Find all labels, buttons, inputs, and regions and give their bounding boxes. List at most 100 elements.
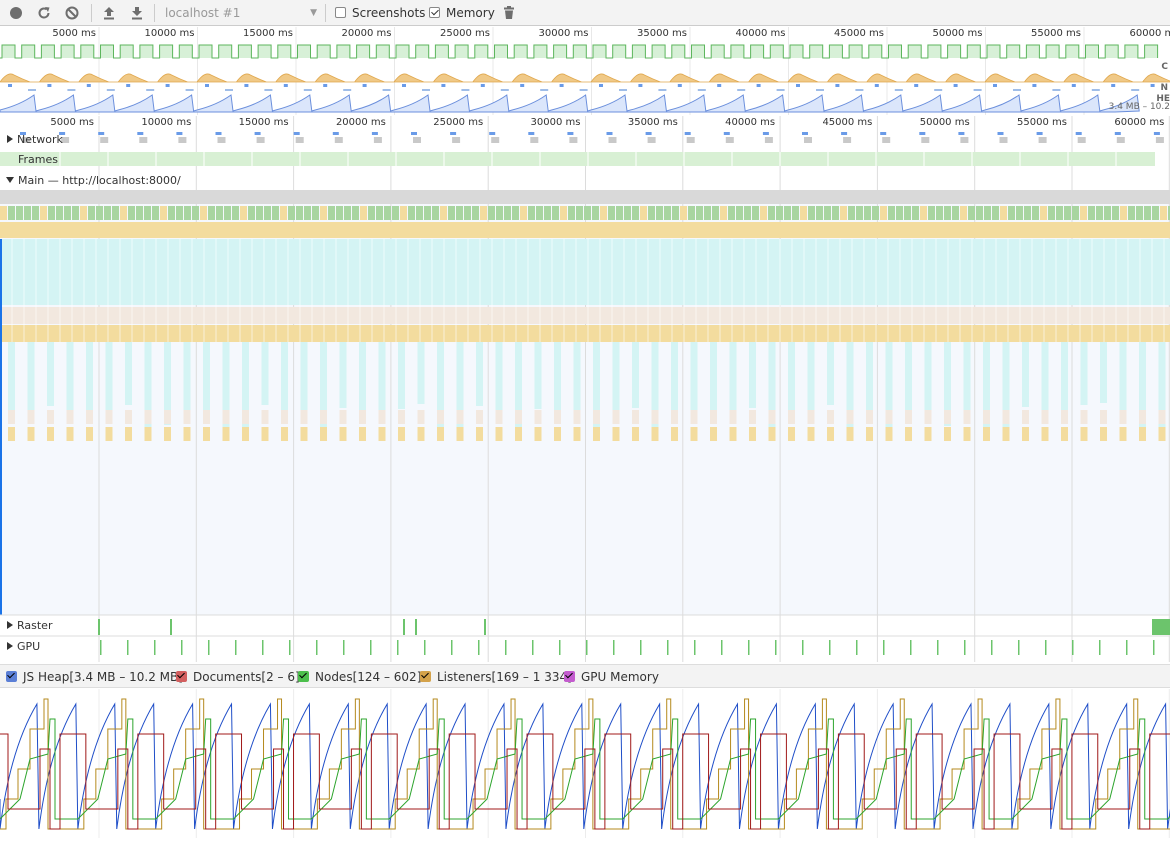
stack-frame	[223, 427, 230, 441]
overview-net-label: N	[1160, 83, 1168, 93]
save-profile-icon[interactable]	[128, 4, 146, 22]
gpu-event	[1072, 640, 1074, 655]
stack-frame	[827, 410, 834, 424]
network-request	[137, 132, 143, 135]
stack-frame	[1003, 427, 1010, 441]
network-mark	[974, 89, 982, 91]
network-request	[528, 132, 534, 135]
clear-icon[interactable]	[63, 4, 81, 22]
listeners-counter[interactable]: Listeners[169 – 1 334]	[420, 670, 572, 684]
task-block	[280, 206, 287, 220]
task-block	[1000, 206, 1007, 220]
network-request	[960, 137, 968, 143]
task-block	[792, 206, 799, 220]
task-block	[616, 206, 623, 220]
task-block	[320, 206, 327, 220]
stack-frame	[827, 427, 834, 441]
stack-frame	[691, 427, 698, 441]
nodes-checkbox[interactable]	[298, 671, 309, 682]
stack-frame	[905, 342, 912, 420]
network-track-header[interactable]: Network	[7, 133, 63, 146]
listeners-label: Listeners[169 – 1 334]	[437, 670, 572, 684]
record-icon[interactable]	[7, 4, 25, 22]
network-mark	[619, 89, 627, 91]
network-mark	[28, 89, 36, 91]
stack-frame	[730, 427, 737, 441]
network-request	[1078, 137, 1086, 143]
stack-frame	[340, 410, 347, 424]
overview-pane[interactable]: 5000 ms10000 ms15000 ms20000 ms25000 ms3…	[0, 27, 1170, 115]
js-heap-counter[interactable]: JS Heap[3.4 MB – 10.2 MB]	[6, 670, 183, 684]
stack-frame	[145, 410, 152, 424]
task-block	[200, 206, 207, 220]
screenshots-checkbox[interactable]	[335, 7, 346, 18]
overview-tick-label: 30000 ms	[532, 28, 589, 39]
gpu-track-header[interactable]: GPU	[7, 640, 40, 653]
task-block	[600, 206, 607, 220]
garbage-collect-icon[interactable]	[500, 4, 518, 22]
stack-frame	[1022, 427, 1029, 441]
stack-frame	[730, 410, 737, 424]
stack-frame	[1159, 427, 1166, 441]
frames-label[interactable]: Frames	[18, 153, 58, 166]
network-request	[726, 137, 734, 143]
stack-frame	[535, 342, 542, 409]
task-block	[560, 206, 567, 220]
task-block	[680, 206, 687, 220]
documents-counter[interactable]: Documents[2 – 6]	[176, 670, 300, 684]
main-track-header[interactable]: Main — http://localhost:8000/	[6, 174, 181, 187]
task-block	[672, 206, 679, 220]
stack-frame	[769, 427, 776, 441]
gpu-event	[1045, 640, 1047, 655]
network-request	[921, 137, 929, 143]
stack-frame	[320, 427, 327, 441]
raster-label: Raster	[17, 619, 52, 632]
network-request	[609, 137, 617, 143]
stack-frame	[1022, 342, 1029, 407]
gpu-event	[397, 640, 399, 655]
nodes-counter[interactable]: Nodes[124 – 602]	[298, 670, 421, 684]
stack-frame	[106, 410, 113, 424]
timeline-tick-label: 50000 ms	[913, 117, 970, 128]
task-block	[376, 206, 383, 220]
timeline-pane[interactable]: 5000 ms10000 ms15000 ms20000 ms25000 ms3…	[0, 116, 1170, 662]
network-request	[413, 137, 421, 143]
gpu-memory-checkbox[interactable]	[564, 671, 575, 682]
stack-frame	[203, 427, 210, 441]
network-mark	[875, 84, 879, 87]
reload-icon[interactable]	[35, 4, 53, 22]
stack-frame	[554, 427, 561, 441]
network-request	[176, 132, 182, 135]
network-request	[607, 132, 613, 135]
task-block	[1072, 206, 1079, 220]
overview-tick-label: 50000 ms	[926, 28, 983, 39]
counters-graph-pane[interactable]	[0, 689, 1170, 838]
network-request	[880, 132, 886, 135]
task-block	[264, 206, 271, 220]
memory-checkbox[interactable]	[429, 7, 440, 18]
documents-checkbox[interactable]	[176, 671, 187, 682]
target-select[interactable]: localhost #1 ▼	[159, 4, 321, 22]
task-block	[408, 206, 415, 220]
js-heap-label: JS Heap[3.4 MB – 10.2 MB]	[23, 670, 183, 684]
stack-frame	[281, 427, 288, 441]
gpu-event	[532, 640, 534, 655]
task-block	[784, 206, 791, 220]
listeners-checkbox[interactable]	[420, 671, 431, 682]
gpu-event	[937, 640, 939, 655]
network-request	[296, 137, 304, 143]
gpu-memory-counter[interactable]: GPU Memory	[564, 670, 659, 684]
js-heap-checkbox[interactable]	[6, 671, 17, 682]
task-block	[856, 206, 863, 220]
task-block	[896, 206, 903, 220]
expand-icon	[7, 642, 13, 650]
memory-label: Memory	[446, 6, 495, 20]
task-block	[952, 206, 959, 220]
network-request	[411, 132, 417, 135]
stack-frame	[535, 410, 542, 424]
task-block	[1056, 206, 1063, 220]
raster-track-header[interactable]: Raster	[7, 619, 52, 632]
main-task-row	[0, 190, 1170, 204]
load-profile-icon[interactable]	[100, 4, 118, 22]
stack-frame	[203, 410, 210, 424]
